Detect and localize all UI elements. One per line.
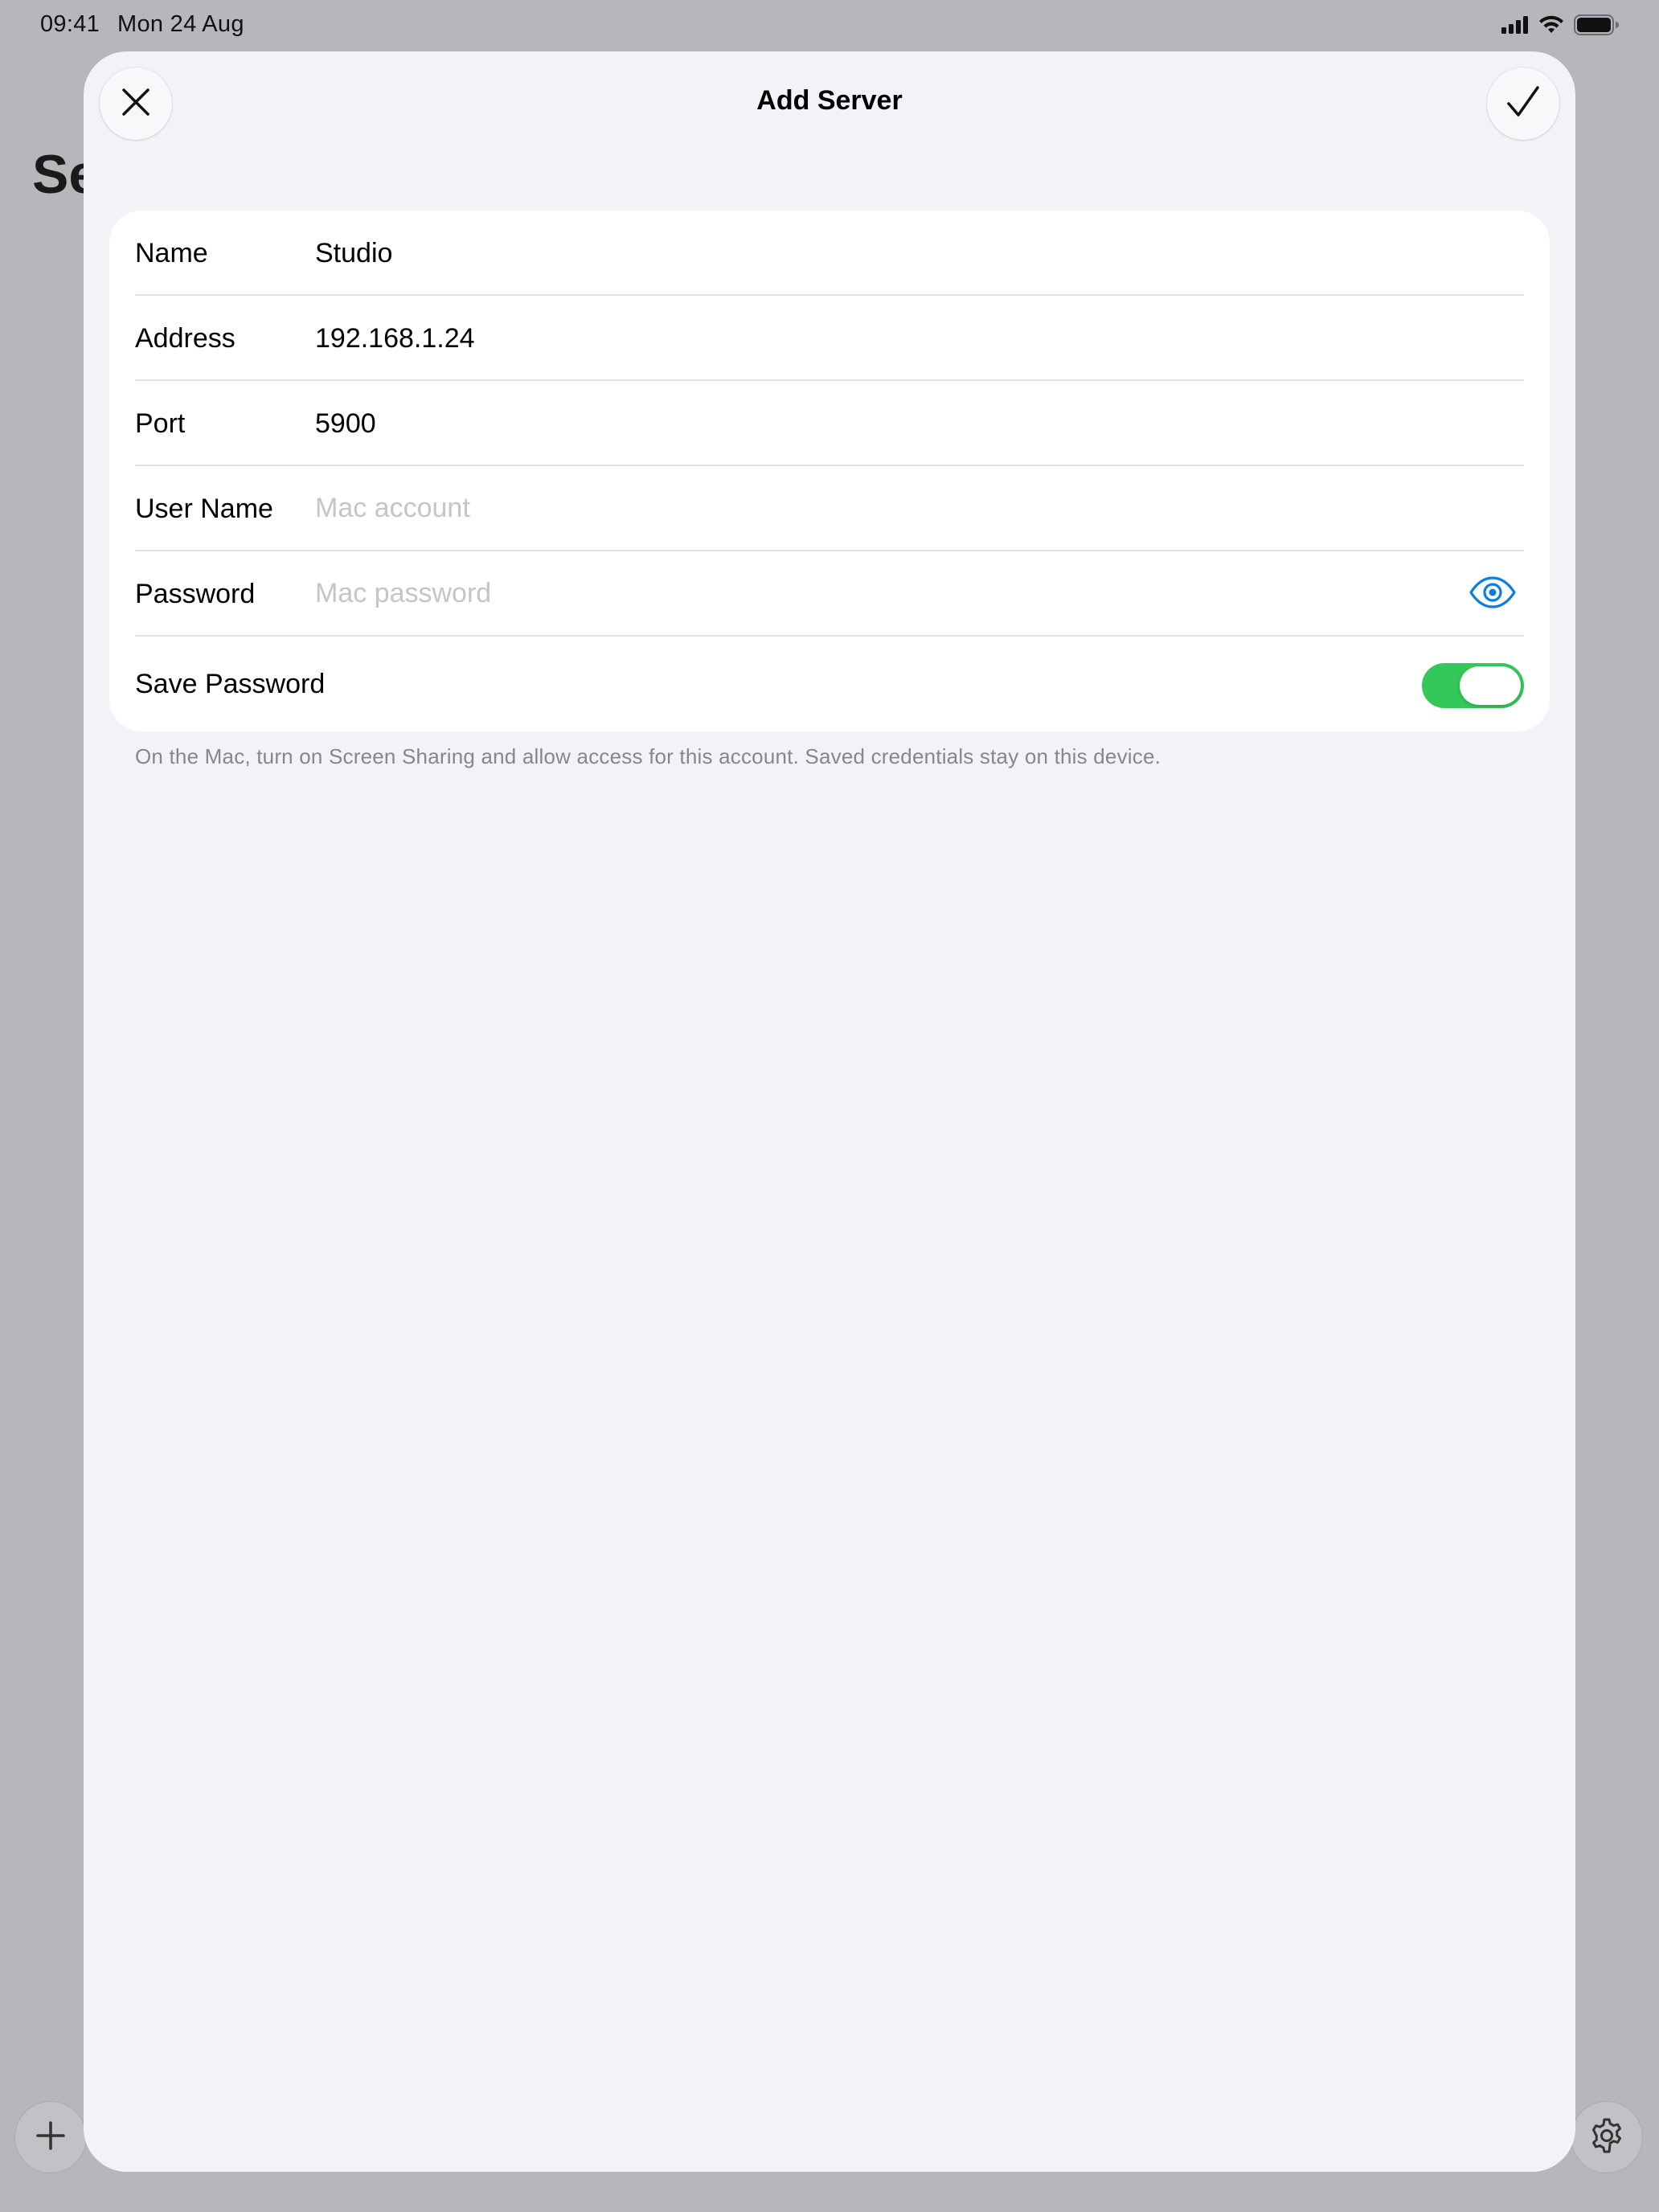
username-label: User Name — [135, 494, 273, 524]
settings-button[interactable] — [1571, 2101, 1643, 2173]
checkmark-icon — [1505, 84, 1541, 124]
form-row-name: Name Studio — [135, 211, 1524, 296]
sheet-title: Add Server — [756, 85, 903, 116]
form-footnote: On the Mac, turn on Screen Sharing and a… — [135, 744, 1161, 768]
form-row-save-password: Save Password — [135, 637, 1524, 733]
save-password-label: Save Password — [135, 669, 326, 699]
eye-icon — [1469, 576, 1517, 612]
username-field[interactable] — [315, 484, 1360, 532]
server-form: Name Studio Address 192.168.1.24 Port 59… — [109, 211, 1550, 731]
battery-icon — [1574, 14, 1619, 35]
status-bar: 09:41 Mon 24 Aug — [0, 0, 1659, 51]
form-row-address: Address 192.168.1.24 — [135, 296, 1524, 381]
form-row-username: User Name — [135, 466, 1524, 551]
add-server-sheet: Add Server Name Studio Address 192.168.1… — [84, 51, 1575, 2172]
port-field[interactable]: 5900 — [315, 408, 376, 440]
name-field[interactable]: Studio — [315, 238, 392, 269]
show-password-button[interactable] — [1468, 576, 1518, 612]
status-time: 09:41 — [40, 11, 100, 37]
password-label: Password — [135, 579, 256, 609]
cellular-signal-icon — [1501, 16, 1529, 34]
port-label: Port — [135, 408, 186, 439]
name-label: Name — [135, 238, 208, 268]
status-date: Mon 24 Aug — [117, 11, 244, 37]
save-password-toggle[interactable] — [1422, 663, 1524, 708]
add-server-button[interactable] — [14, 2101, 87, 2173]
gear-icon — [1587, 2116, 1626, 2159]
address-field[interactable]: 192.168.1.24 — [315, 323, 475, 354]
toggle-knob — [1460, 666, 1521, 705]
address-label: Address — [135, 323, 236, 354]
password-field[interactable] — [315, 569, 1360, 617]
status-icons — [1501, 13, 1619, 37]
wifi-icon — [1538, 15, 1564, 35]
done-button[interactable] — [1487, 68, 1559, 140]
form-row-port: Port 5900 — [135, 381, 1524, 466]
form-row-password: Password — [135, 551, 1524, 637]
plus-icon — [35, 2120, 67, 2156]
